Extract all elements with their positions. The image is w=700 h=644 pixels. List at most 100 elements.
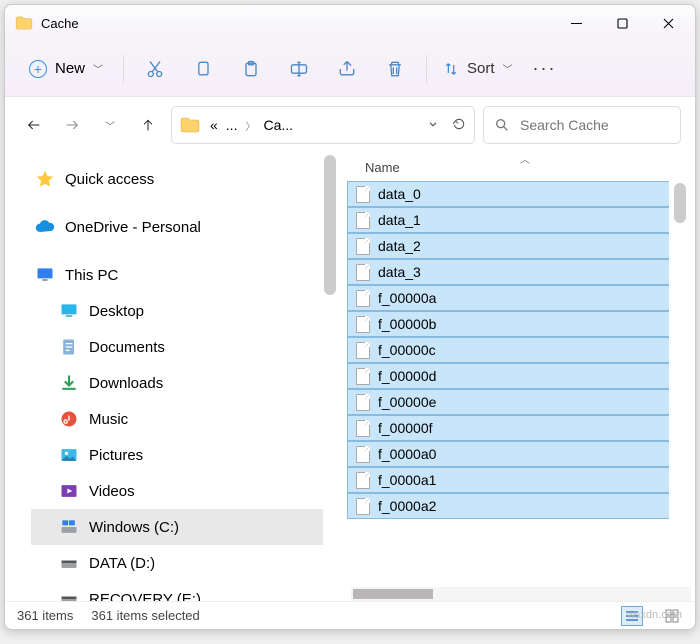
file-icon — [356, 498, 370, 515]
file-list[interactable]: data_0 data_1data_2 data_3 f_00000a f_00000b… — [345, 181, 673, 583]
sidebar-pictures[interactable]: Pictures — [31, 437, 323, 473]
scrollbar-thumb[interactable] — [353, 589, 433, 599]
nav-tree: Quick access OneDrive - Personal This PC… — [5, 153, 323, 601]
file-name: f_0000a2 — [378, 498, 436, 514]
file-row[interactable]: f_0000a1 — [347, 467, 669, 493]
search-icon — [494, 117, 510, 133]
file-row[interactable]: f_0000a2 — [347, 493, 669, 519]
scrollbar-thumb[interactable] — [324, 155, 336, 295]
plus-icon: + — [29, 60, 47, 78]
file-row[interactable]: f_00000d — [347, 363, 669, 389]
sort-asc-icon: ︿ — [520, 153, 530, 166]
sidebar-drive-c[interactable]: Windows (C:) — [31, 509, 323, 545]
back-button[interactable] — [19, 110, 49, 140]
file-row[interactable]: f_00000e — [347, 389, 669, 415]
cut-button[interactable] — [132, 49, 178, 89]
address-dropdown[interactable] — [426, 117, 440, 134]
file-name: f_00000a — [378, 290, 436, 306]
minimize-button[interactable] — [553, 7, 599, 39]
chevron-down-icon: ﹀ — [503, 61, 513, 76]
pictures-icon — [59, 445, 79, 465]
sidebar-onedrive[interactable]: OneDrive - Personal — [31, 209, 323, 245]
file-row[interactable]: data_3 — [347, 259, 669, 285]
windows-drive-icon — [59, 517, 79, 537]
file-row[interactable]: f_0000a0 — [347, 441, 669, 467]
address-bar[interactable]: « ... 〉 Ca... — [171, 106, 475, 144]
videos-icon — [59, 481, 79, 501]
file-name: f_00000e — [378, 394, 436, 410]
sidebar-downloads[interactable]: Downloads — [31, 365, 323, 401]
horizontal-scrollbar[interactable] — [351, 587, 691, 601]
sidebar-music[interactable]: Music — [31, 401, 323, 437]
chevron-down-icon: ﹀ — [93, 61, 103, 76]
folder-icon — [180, 117, 200, 133]
search-box[interactable] — [483, 106, 681, 144]
drive-icon — [59, 589, 79, 601]
file-icon — [356, 186, 370, 203]
paste-button[interactable] — [228, 49, 274, 89]
file-row[interactable]: data_1 — [347, 207, 669, 233]
search-input[interactable] — [520, 117, 670, 133]
content-scrollbar[interactable] — [673, 181, 687, 583]
file-name: f_0000a0 — [378, 446, 436, 462]
cloud-icon — [35, 217, 55, 237]
divider — [123, 55, 124, 83]
file-name: data_3 — [378, 264, 421, 280]
sidebar-desktop[interactable]: Desktop — [31, 293, 323, 329]
body: Quick access OneDrive - Personal This PC… — [5, 153, 695, 601]
sidebar-documents[interactable]: Documents — [31, 329, 323, 365]
divider — [426, 55, 427, 83]
sidebar: Quick access OneDrive - Personal This PC… — [5, 153, 345, 601]
rename-button[interactable] — [276, 49, 322, 89]
more-button[interactable]: ··· — [523, 52, 567, 85]
file-icon — [356, 394, 370, 411]
sort-label: Sort — [467, 60, 495, 77]
titlebar[interactable]: Cache — [5, 5, 695, 41]
sort-button[interactable]: Sort ﹀ — [435, 54, 521, 83]
forward-button[interactable] — [57, 110, 87, 140]
new-button[interactable]: + New ﹀ — [17, 54, 115, 84]
scrollbar-thumb[interactable] — [674, 183, 686, 223]
file-row[interactable]: f_00000c — [347, 337, 669, 363]
file-name: data_0 — [378, 186, 421, 202]
file-row[interactable]: f_00000f — [347, 415, 669, 441]
desktop-icon — [59, 301, 79, 321]
close-button[interactable] — [645, 7, 691, 39]
sidebar-this-pc[interactable]: This PC — [31, 257, 323, 293]
file-name: f_00000b — [378, 316, 436, 332]
file-icon — [356, 264, 370, 281]
copy-button[interactable] — [180, 49, 226, 89]
file-icon — [356, 290, 370, 307]
status-selected: 361 items selected — [91, 608, 199, 623]
sidebar-quick-access[interactable]: Quick access — [31, 161, 323, 197]
recent-chevron[interactable]: ﹀ — [95, 110, 125, 140]
file-row[interactable]: f_00000a — [347, 285, 669, 311]
file-row[interactable]: data_2 — [347, 233, 669, 259]
up-button[interactable] — [133, 110, 163, 140]
file-row[interactable]: data_0 — [347, 181, 669, 207]
maximize-button[interactable] — [599, 7, 645, 39]
sidebar-videos[interactable]: Videos — [31, 473, 323, 509]
delete-button[interactable] — [372, 49, 418, 89]
nav-row: ﹀ « ... 〉 Ca... — [5, 97, 695, 153]
sidebar-scrollbar[interactable] — [323, 153, 337, 601]
folder-icon — [15, 16, 33, 30]
sidebar-drive-e[interactable]: RECOVERY (E:) — [31, 581, 323, 601]
file-list-container: data_0 data_1data_2 data_3 f_00000a f_00000b… — [345, 181, 695, 583]
share-button[interactable] — [324, 49, 370, 89]
file-row[interactable]: f_00000b — [347, 311, 669, 337]
file-icon — [356, 342, 370, 359]
breadcrumb-prev[interactable]: « — [210, 117, 218, 133]
sidebar-drive-d[interactable]: DATA (D:) — [31, 545, 323, 581]
document-icon — [59, 337, 79, 357]
monitor-icon — [35, 265, 55, 285]
file-name: f_00000f — [378, 420, 433, 436]
chevron-right-icon: 〉 — [245, 118, 255, 133]
file-name: f_00000c — [378, 342, 436, 358]
column-header-name[interactable]: ︿ Name — [345, 153, 695, 181]
new-label: New — [55, 60, 85, 77]
refresh-button[interactable] — [452, 117, 466, 134]
breadcrumb-ellipsis[interactable]: ... — [222, 113, 242, 137]
file-icon — [356, 212, 370, 229]
breadcrumb-current[interactable]: Ca... — [259, 113, 297, 137]
